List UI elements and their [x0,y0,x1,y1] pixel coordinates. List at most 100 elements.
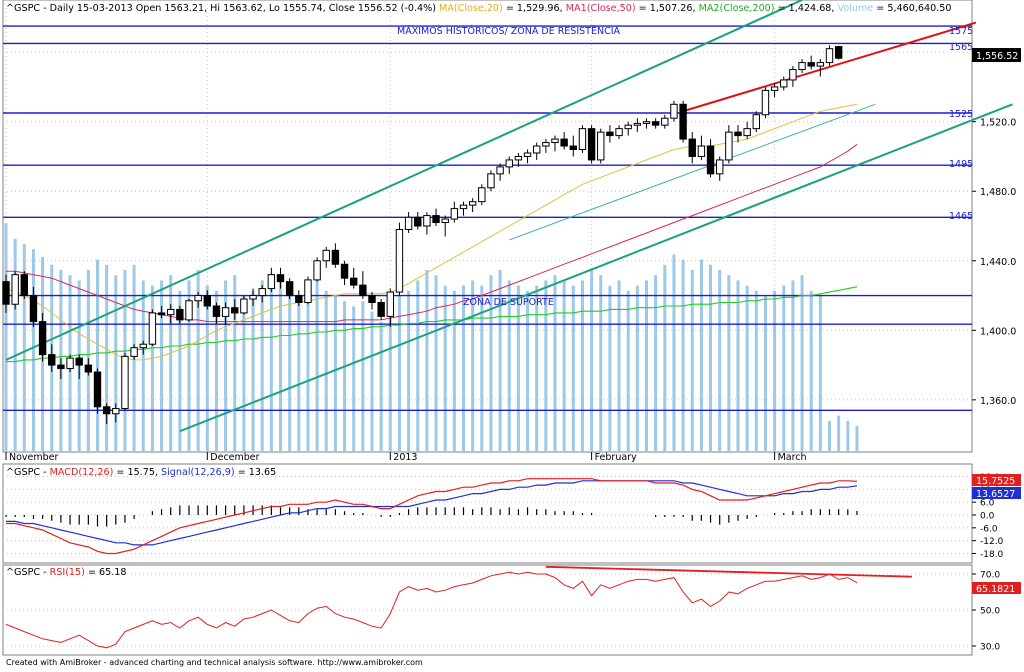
candle-body [20,274,29,297]
volume-bar [654,275,658,452]
candle-body [651,121,660,126]
signal-last: 13.6527 [976,489,1015,500]
candle-body [615,128,623,137]
volume-bar [288,290,292,452]
volume-bar [736,280,740,452]
volume-bar [141,280,145,452]
candle-body [359,284,367,297]
candle-body [167,308,175,316]
level-label: 1525 [949,109,973,120]
macd-tick-label: -12.0 [980,537,1004,547]
volume-bar [553,275,557,452]
candle-body [350,277,358,286]
month-tick-label: November [9,452,59,463]
level-label: 1465 [949,211,973,222]
candle-body [221,307,230,317]
candle-body [57,364,65,370]
price-tick-label: 1,480.0 [980,187,1016,198]
candle-body [340,263,349,279]
candle-body [267,274,276,290]
volume-bar [333,296,337,452]
volume-bar [745,285,749,452]
candle-body [258,288,266,297]
volume-bar [599,275,603,452]
volume-bar [617,280,621,452]
candle-body [313,260,321,281]
candle-body [679,103,687,140]
volume-bar [31,249,35,452]
candle-body [761,89,770,116]
candle-body [716,159,724,175]
volume-bar [571,285,575,452]
candle-body [624,124,632,130]
month-tick-label: February [595,452,637,463]
volume-bar [663,264,667,452]
candle-body [441,218,449,224]
volume-bar [260,280,264,452]
candle-body [276,274,285,283]
volume-bar [480,285,484,452]
volume-bar [269,285,273,452]
candle-body [130,347,138,357]
candle-body [743,128,751,137]
volume-bar [846,420,850,452]
level-label: 1565 [949,42,973,53]
volume-bar [590,270,594,452]
volume-bar [370,311,374,452]
candle-body [523,152,532,157]
volume-bar [672,254,676,452]
volume-bar [754,290,758,452]
level-label: 1575 [949,26,973,37]
candle-body [780,79,788,88]
ma20-value: = 1,529.96, [506,3,563,14]
macd-header: ^GSPC - MACD(12,26) = 15.75, Signal(12,2… [6,467,276,478]
volume-label: Volume [838,3,874,14]
candle-body [734,131,742,137]
candle-body [102,406,111,415]
signal-label: Signal(12,26,9) [161,467,235,478]
candle-body [148,312,157,345]
candle-body [185,300,193,321]
price-tick-label: 1,360.0 [980,396,1016,407]
volume-bar [416,280,420,452]
candle-body [157,312,166,316]
candle-body [285,281,294,297]
last-price: 1,556.52 [976,51,1018,62]
candle-body [212,305,221,317]
candle-body [295,295,303,303]
volume-value: = 5,460,640.50 [876,3,951,14]
rsi-value: = 65.18 [88,567,127,578]
candle-body [633,122,642,126]
price-header: ^GSPC - Daily 15-03-2013 Open 1563.21, H… [6,3,951,14]
candle-body [11,274,19,305]
candle-body [139,343,147,349]
volume-bar [809,290,813,452]
volume-bar [324,290,328,452]
volume-bar [562,280,566,452]
candle-body [825,48,834,64]
macd-panel [2,463,973,564]
volume-bar [818,296,822,452]
candle-body [66,357,74,370]
candle-body [834,46,843,59]
candle-body [478,187,486,203]
volume-bar [855,426,859,452]
chart-canvas: 1,360.01,400.01,440.01,480.01,520.01,560… [2,0,1021,667]
price-tick-label: 1,440.0 [980,257,1016,268]
volume-bar [800,275,804,452]
volume-bar [709,264,713,452]
ma200-label: MA2(Close,200) [699,3,775,14]
candle-body [377,301,385,317]
volume-bar [434,275,438,452]
volume-bar [727,275,731,452]
volume-bar [169,275,173,452]
volume-bar [443,285,447,452]
candle-body [697,145,706,157]
volume-bar [315,280,319,452]
volume-bar [205,285,209,452]
candle-body [395,228,404,293]
candle-body [487,173,495,189]
volume-bar [379,322,383,452]
candle-body [798,62,806,71]
candle-body [240,298,248,314]
